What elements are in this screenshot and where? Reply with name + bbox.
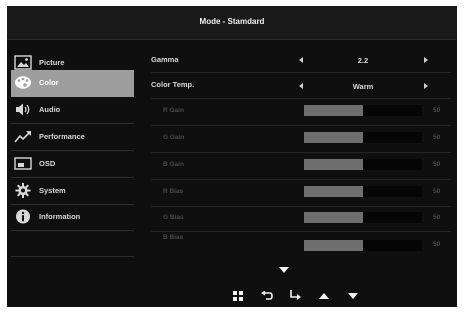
b-gain-value: 50 [433, 161, 441, 168]
osd-menu: Mode - Stamdard Picture Color Audio Perf… [7, 6, 457, 307]
b-gain-slider[interactable] [304, 159, 422, 170]
sidebar-item-label: Picture [39, 58, 65, 67]
sidebar-item-audio[interactable]: Audio [11, 97, 134, 124]
picture-icon [14, 55, 32, 70]
slider-fill [304, 186, 363, 197]
row-divider [151, 179, 451, 180]
r-gain-value: 50 [433, 107, 441, 114]
r-gain-slider[interactable] [304, 105, 422, 116]
gear-icon [15, 183, 31, 198]
chevron-down-icon[interactable] [279, 267, 289, 274]
slider-fill [304, 132, 363, 143]
gamma-value: 2.2 [357, 56, 369, 65]
palette-icon [15, 76, 31, 89]
r-bias-label: R Bias [163, 188, 184, 195]
gamma-increase-arrow[interactable] [424, 57, 428, 63]
slider-fill [304, 159, 363, 170]
sidebar-item-color[interactable]: Color [11, 70, 134, 97]
color-temp-label: Color Temp. [151, 80, 195, 89]
sidebar-item-osd[interactable]: OSD [11, 151, 134, 178]
row-divider [151, 72, 451, 73]
trend-up-icon [14, 131, 31, 143]
color-temp-value: Warm [352, 82, 374, 91]
r-bias-slider[interactable] [304, 186, 422, 197]
color-temp-increase-arrow[interactable] [424, 83, 428, 89]
info-icon [16, 209, 30, 224]
b-bias-slider[interactable] [304, 240, 422, 251]
slider-fill [304, 105, 363, 116]
page-title: Mode - Stamdard [199, 17, 265, 26]
r-gain-label: R Gain [163, 107, 184, 114]
row-divider [151, 206, 451, 207]
g-gain-label: G Gain [163, 134, 185, 141]
row-divider [151, 152, 451, 153]
gamma-label: Gamma [151, 55, 179, 64]
sidebar-item-label: Information [39, 212, 81, 221]
sidebar-item-information[interactable]: Information [11, 204, 134, 231]
b-gain-label: B Gain [163, 161, 184, 168]
back-icon[interactable] [261, 291, 273, 301]
enter-icon[interactable] [289, 290, 301, 301]
g-bias-value: 50 [433, 214, 441, 221]
sidebar-item-label: Audio [39, 105, 61, 114]
sidebar-item-label: Color [39, 78, 59, 87]
g-gain-value: 50 [433, 134, 441, 141]
down-icon[interactable] [348, 293, 358, 300]
sidebar-item-label: Performance [39, 132, 85, 141]
up-icon[interactable] [319, 293, 329, 300]
title-bar: Mode - Stamdard [7, 6, 457, 40]
slider-fill [304, 240, 363, 251]
b-bias-label: B Bias [163, 234, 184, 241]
g-bias-label: G Bias [163, 214, 184, 221]
sidebar-item-performance[interactable]: Performance [11, 124, 134, 151]
sidebar-divider [11, 256, 134, 257]
menu-grid-icon[interactable] [233, 291, 243, 301]
row-divider [151, 231, 451, 232]
g-gain-slider[interactable] [304, 132, 422, 143]
speaker-icon [16, 103, 30, 116]
sidebar-item-label: OSD [39, 159, 56, 168]
g-bias-slider[interactable] [304, 212, 422, 223]
row-divider [151, 125, 451, 126]
b-bias-value: 50 [433, 241, 441, 248]
r-bias-value: 50 [433, 188, 441, 195]
row-divider [151, 98, 451, 99]
slider-fill [304, 212, 363, 223]
sidebar-item-label: System [39, 186, 66, 195]
sidebar-item-system[interactable]: System [11, 178, 134, 205]
osd-window-icon [14, 157, 32, 170]
